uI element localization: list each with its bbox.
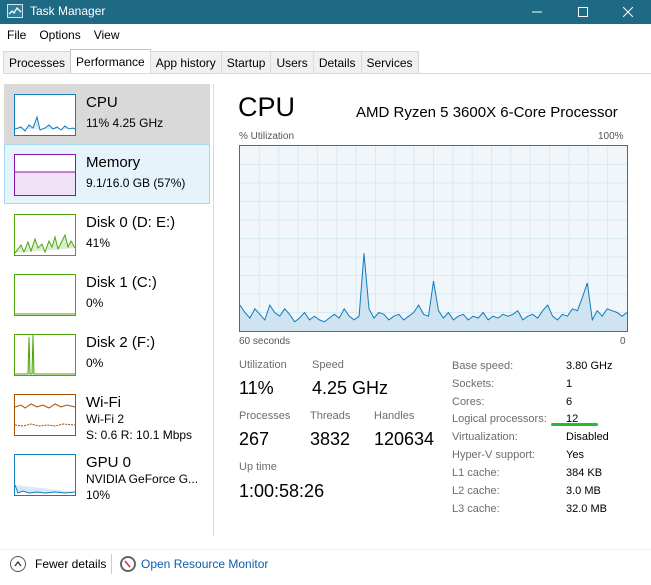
sidebar-disk-0-name: Disk 0 (D: E:) [86, 214, 176, 231]
base-speed-label: Base speed: [452, 360, 514, 372]
sidebar-cpu-name: CPU [86, 94, 118, 111]
footer-separator [111, 554, 112, 574]
sidebar-disk-1-name: Disk 1 (C:) [86, 274, 157, 291]
hyper-v-label: Hyper-V support: [452, 449, 536, 461]
maximize-icon [578, 7, 588, 17]
disk-0-thumbnail [14, 214, 76, 256]
cores-value: 6 [566, 396, 573, 408]
chevron-up-icon[interactable] [10, 556, 26, 572]
threads-label: Threads [310, 410, 351, 422]
virtualization-label: Virtualization: [452, 431, 518, 443]
cpu-graph-svg [239, 146, 628, 331]
tab-strip: Processes Performance App history Startu… [3, 49, 419, 73]
open-resource-monitor-link[interactable]: Open Resource Monitor [141, 557, 268, 571]
threads-value: 3832 [310, 429, 351, 449]
speed-value: 4.25 GHz [312, 378, 389, 398]
handles-label: Handles [374, 410, 415, 422]
utilization-label: Utilization [239, 359, 287, 371]
close-button[interactable] [605, 0, 651, 24]
sidebar-gpu-name: GPU 0 [86, 454, 132, 471]
sidebar-wifi-throughput: S: 0.6 R: 10.1 Mbps [86, 428, 193, 442]
tab-app-history[interactable]: App history [149, 51, 222, 73]
tab-users[interactable]: Users [270, 51, 314, 73]
tab-services[interactable]: Services [360, 51, 419, 73]
logical-processors-label: Logical processors: [452, 413, 547, 425]
tab-divider [3, 73, 651, 74]
disk-2-thumbnail [14, 334, 76, 376]
uptime-value: 1:00:58:26 [239, 481, 325, 501]
tab-performance[interactable]: Performance [70, 49, 151, 73]
tab-details[interactable]: Details [312, 51, 362, 73]
cpu-thumbnail [14, 94, 76, 136]
graph-time-end: 0 [620, 336, 626, 347]
sidebar-memory-stats: 9.1/16.0 GB (57%) [86, 176, 186, 190]
wifi-thumbnail [14, 394, 76, 436]
task-manager-icon [7, 4, 23, 18]
handles-value: 120634 [374, 429, 435, 449]
sidebar-disk-1-stats: 0% [86, 296, 104, 310]
maximize-button[interactable] [560, 0, 606, 24]
utilization-axis-label: % Utilization [239, 131, 295, 142]
menu-view[interactable]: View [87, 25, 126, 46]
sidebar-item-cpu[interactable]: CPU 11% 4.25 GHz [4, 84, 210, 144]
sidebar-item-wifi[interactable]: Wi-Fi Wi-Fi 2 S: 0.6 R: 10.1 Mbps [4, 384, 210, 444]
cores-label: Cores: [452, 396, 485, 408]
minimize-icon [532, 11, 542, 13]
processes-value: 267 [239, 429, 270, 449]
graph-time-span: 60 seconds [239, 336, 291, 347]
sidebar-disk-2-name: Disk 2 (F:) [86, 334, 156, 351]
utilization-axis-max: 100% [598, 131, 624, 142]
l2-cache-label: L2 cache: [452, 485, 500, 497]
sidebar-gpu-usage: 10% [86, 488, 111, 502]
disk-1-thumbnail [14, 274, 76, 316]
gpu-thumbnail [14, 454, 76, 496]
sidebar-gpu-model: NVIDIA GeForce G... [86, 472, 199, 486]
sockets-label: Sockets: [452, 378, 495, 390]
l3-cache-label: L3 cache: [452, 503, 500, 515]
page-title: CPU [238, 92, 296, 122]
menu-options[interactable]: Options [32, 25, 86, 46]
menu-file[interactable]: File [0, 25, 32, 46]
sidebar-wifi-adapter: Wi-Fi 2 [86, 412, 124, 426]
l3-cache-value: 32.0 MB [566, 503, 607, 515]
sidebar-memory-name: Memory [86, 154, 141, 171]
processes-label: Processes [239, 410, 291, 422]
l2-cache-value: 3.0 MB [566, 485, 601, 497]
sockets-value: 1 [566, 378, 573, 390]
sidebar-cpu-stats: 11% 4.25 GHz [86, 116, 164, 130]
highlight-underline [551, 423, 598, 426]
tab-startup[interactable]: Startup [220, 51, 272, 73]
sidebar-item-gpu-0[interactable]: GPU 0 NVIDIA GeForce G... 10% [4, 444, 210, 504]
footer-divider [0, 549, 651, 550]
l1-cache-label: L1 cache: [452, 467, 500, 479]
sidebar-separator [213, 84, 214, 536]
window-title: Task Manager [30, 4, 106, 18]
menu-bar: File Options View [0, 25, 126, 46]
processor-model: AMD Ryzen 5 3600X 6-Core Processor [356, 104, 618, 121]
hyper-v-value: Yes [566, 449, 584, 461]
base-speed-value: 3.80 GHz [566, 360, 613, 372]
uptime-label: Up time [239, 461, 277, 473]
memory-thumbnail [14, 154, 76, 196]
speed-label: Speed [312, 359, 344, 371]
sidebar-item-memory[interactable]: Memory 9.1/16.0 GB (57%) [4, 144, 210, 204]
sidebar-disk-2-stats: 0% [86, 356, 104, 370]
sidebar-wifi-name: Wi-Fi [86, 394, 121, 411]
sidebar-item-disk-0[interactable]: Disk 0 (D: E:) 41% [4, 204, 210, 264]
fewer-details-button[interactable]: Fewer details [35, 557, 106, 571]
cpu-utilization-graph [239, 145, 628, 332]
resource-monitor-icon[interactable] [120, 556, 136, 572]
utilization-value: 11% [239, 378, 274, 398]
sidebar-item-disk-1[interactable]: Disk 1 (C:) 0% [4, 264, 210, 324]
sidebar-disk-0-stats: 41% [86, 236, 111, 250]
title-bar: Task Manager [0, 0, 651, 24]
tab-processes[interactable]: Processes [3, 51, 72, 73]
sidebar-item-disk-2[interactable]: Disk 2 (F:) 0% [4, 324, 210, 384]
l1-cache-value: 384 KB [566, 467, 603, 479]
virtualization-value: Disabled [566, 431, 609, 443]
minimize-button[interactable] [514, 0, 560, 24]
close-icon [623, 7, 633, 17]
